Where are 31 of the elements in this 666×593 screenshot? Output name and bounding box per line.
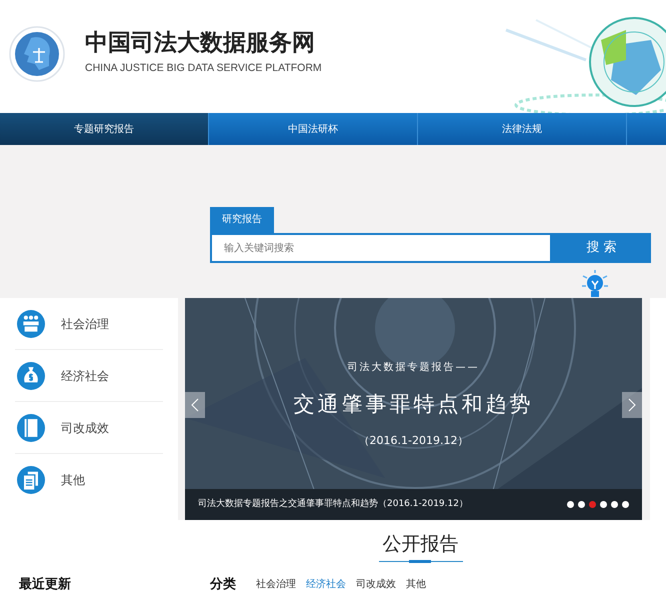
category-filter-tab[interactable]: 社会治理 bbox=[256, 577, 296, 592]
book-icon bbox=[17, 414, 45, 442]
section-title: 公开报告 bbox=[382, 532, 458, 557]
chevron-right-icon bbox=[628, 398, 636, 412]
search-button[interactable]: 搜 索 bbox=[552, 233, 651, 263]
category-filter-tab[interactable]: 其他 bbox=[406, 577, 426, 592]
slide-headline: 交通肇事罪特点和趋势 bbox=[294, 391, 534, 418]
group-icon bbox=[17, 310, 45, 338]
category-filter-label: 分类 bbox=[210, 576, 236, 593]
category-link[interactable]: 其他 bbox=[61, 471, 85, 489]
chevron-left-icon bbox=[191, 398, 199, 412]
previous-button[interactable] bbox=[185, 392, 205, 418]
slide-kicker: 司法大数据专题报告—— bbox=[348, 360, 480, 375]
category-filter-tab[interactable]: 司改成效 bbox=[356, 577, 396, 592]
documents-icon bbox=[17, 466, 45, 494]
slide-caption[interactable]: 司法大数据专题报告之交通肇事罪特点和趋势（2016.1-2019.12） bbox=[198, 498, 567, 512]
category-link[interactable]: 司改成效 bbox=[61, 418, 109, 436]
logo-icon bbox=[9, 26, 65, 82]
money-bag-icon bbox=[17, 362, 45, 390]
search-category-tab[interactable]: 研究报告 bbox=[210, 207, 274, 233]
nav-tab[interactable]: 专题研究报告 bbox=[0, 113, 209, 145]
next-button[interactable] bbox=[622, 392, 642, 418]
category-link[interactable]: 经济社会 bbox=[61, 366, 109, 384]
site-subtitle: CHINA JUSTICE BIG DATA SERVICE PLATFORM bbox=[85, 61, 322, 76]
slide-period: （2016.1-2019.12） bbox=[358, 432, 468, 448]
site-title: 中国司法大数据服务网 bbox=[85, 29, 316, 58]
category-link[interactable]: 社会治理 bbox=[61, 314, 109, 332]
category-filter-tab[interactable]: 经济社会 bbox=[306, 577, 346, 592]
lightbulb-icon bbox=[580, 270, 610, 298]
latest-updates-heading: 最近更新 bbox=[19, 576, 71, 593]
search-field[interactable]: 输入关键词搜索 bbox=[210, 233, 552, 263]
